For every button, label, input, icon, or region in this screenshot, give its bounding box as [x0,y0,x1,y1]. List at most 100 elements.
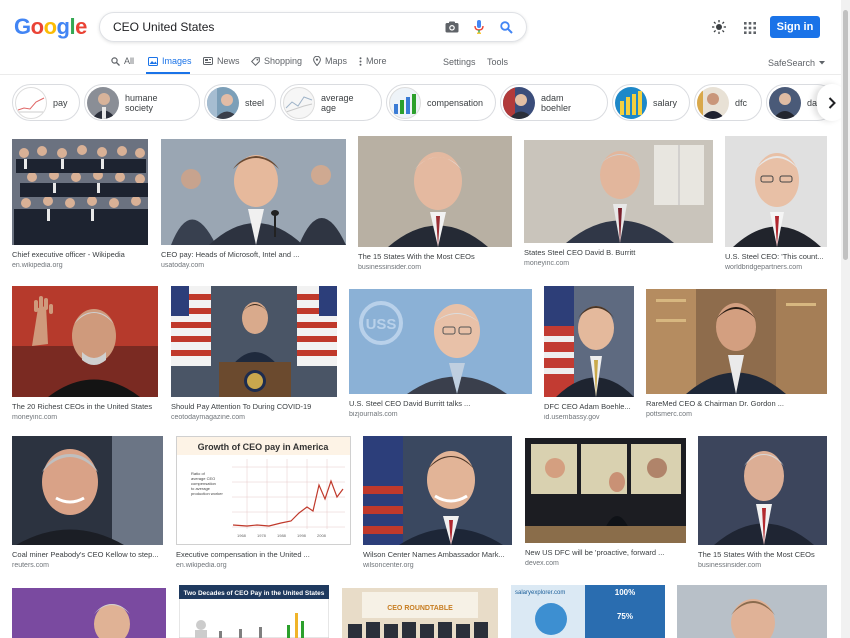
chip-thumbnail [769,86,801,119]
result-source: businessinsider.com [358,264,422,271]
result-thumbnail [12,588,166,638]
result-thumbnail [363,436,512,545]
result-source: reuters.com [12,562,49,569]
result-caption: Should Pay Attention To During COVID-19 [171,402,312,411]
image-result[interactable]: States Steel CEO David B. Burritt moneyi… [524,140,713,267]
svg-text:1968: 1968 [237,533,247,538]
result-thumbnail [12,286,158,397]
chip-average-age[interactable]: average age [280,84,382,121]
chip-steel[interactable]: steel [204,84,276,121]
result-caption: RareMed CEO & Chairman Dr. Gordon ... [646,399,784,408]
safesearch-dropdown[interactable]: SafeSearch [768,56,826,70]
image-result[interactable] [12,588,166,638]
image-result[interactable]: salaryexplorer.com 100% 75% [511,585,665,638]
result-source: devex.com [525,560,559,567]
result-caption: The 15 States With the Most CEOs [698,550,815,559]
theme-toggle-icon[interactable] [712,20,726,39]
image-result[interactable]: Two Decades of CEO Pay in the United Sta… [179,585,329,638]
image-result[interactable]: CEO pay: Heads of Microsoft, Intel and .… [161,139,346,269]
tab-more[interactable]: More [359,54,387,68]
result-thumbnail [677,585,827,638]
camera-icon[interactable] [440,15,464,39]
image-result[interactable]: U.S. Steel CEO: 'This count... worldbrid… [725,136,827,271]
result-caption: U.S. Steel CEO: 'This count... [725,252,824,261]
image-result[interactable]: CEO ROUNDTABLE [342,588,498,638]
tools-link[interactable]: Tools [487,55,508,69]
tab-maps[interactable]: Maps [313,54,347,68]
google-logo[interactable]: Google [14,14,87,40]
logo-letter: o [30,14,44,39]
result-caption: New US DFC will be 'proactive, forward .… [525,548,665,557]
image-result[interactable]: RareMed CEO & Chairman Dr. Gordon ... po… [646,289,827,418]
image-result[interactable]: Should Pay Attention To During COVID-19 … [171,286,337,421]
related-chips-bar: pay humane society steel average age com… [0,82,850,124]
chip-label: salary [653,97,678,108]
logo-letter: g [56,14,70,39]
chip-salary[interactable]: salary [612,84,690,121]
chip-label: compensation [427,97,484,108]
apps-grid-icon[interactable] [744,21,756,39]
settings-link[interactable]: Settings [443,55,476,69]
result-source: bizjournals.com [349,411,398,418]
safesearch-label: SafeSearch [768,58,816,68]
image-result[interactable]: New US DFC will be 'proactive, forward .… [525,438,686,567]
tab-shopping[interactable]: Shopping [251,54,302,68]
chip-humane-society[interactable]: humane society [84,84,200,121]
svg-text:production worker: production worker [191,491,223,496]
chip-compensation[interactable]: compensation [386,84,496,121]
image-result[interactable]: Wilson Center Names Ambassador Mark... w… [363,436,512,569]
search-input[interactable] [113,20,440,34]
tab-label: Shopping [264,56,303,66]
result-thumbnail [698,436,827,545]
chip-thumbnail [207,86,239,119]
tab-label: Images [162,56,192,66]
sign-in-button[interactable]: Sign in [770,16,820,38]
image-result[interactable]: Growth of CEO pay in America Ratio of av… [176,436,351,569]
google-images-page: Google Sign in All Images News [0,0,850,638]
image-result[interactable]: DFC CEO Adam Boehle... id.usembassy.gov [544,286,634,421]
chip-thumbnail [389,86,421,119]
image-icon [148,56,158,66]
image-result[interactable]: Coal miner Peabody's CEO Kellow to step.… [12,436,163,569]
result-source: id.usembassy.gov [544,414,600,421]
result-thumbnail [12,139,148,245]
search-icon[interactable] [494,15,518,39]
search-tabs: All Images News Shopping Maps More Setti… [0,50,850,74]
news-icon [203,57,213,65]
chip-label: steel [245,97,265,108]
chip-pay[interactable]: pay [12,84,80,121]
tab-news[interactable]: News [203,54,240,68]
image-result[interactable] [677,585,827,638]
result-caption: The 15 States With the Most CEOs [358,252,475,261]
banner-text: CEO ROUNDTABLE [387,605,453,612]
tab-images[interactable]: Images [148,54,192,68]
result-source: businessinsider.com [698,562,762,569]
result-thumbnail [525,438,686,543]
chip-dfc[interactable]: dfc [694,84,762,121]
result-caption: Coal miner Peabody's CEO Kellow to step.… [12,550,159,559]
result-caption: The 20 Richest CEOs in the United States [12,402,153,411]
microphone-icon[interactable] [467,15,491,39]
image-result[interactable]: USS U.S. Steel CEO David Burritt talks .… [349,289,532,418]
image-result[interactable]: The 15 States With the Most CEOs busines… [698,436,827,569]
more-vert-icon [359,56,362,66]
tab-all[interactable]: All [111,54,134,68]
search-box [99,12,527,42]
chip-adam-boehler[interactable]: adam boehler [500,84,608,121]
tab-label: Maps [325,56,348,66]
image-result[interactable]: The 20 Richest CEOs in the United States… [12,286,158,421]
tab-label: All [124,56,135,66]
result-thumbnail [171,286,337,397]
image-result[interactable]: Chief executive officer - Wikipedia en.w… [12,139,148,269]
result-thumbnail [524,140,713,243]
page-scrollbar-thumb[interactable] [843,10,848,260]
result-source: worldbridgepartners.com [725,264,803,271]
svg-text:2008: 2008 [317,533,327,538]
image-result[interactable]: The 15 States With the Most CEOs busines… [358,136,512,271]
chip-thumbnail [87,86,119,119]
chip-thumbnail [697,86,729,119]
result-source: pottsmerc.com [646,411,692,418]
svg-text:1978: 1978 [257,533,267,538]
result-source: ceotodaymagazine.com [171,414,245,421]
svg-text:USS: USS [366,316,397,333]
